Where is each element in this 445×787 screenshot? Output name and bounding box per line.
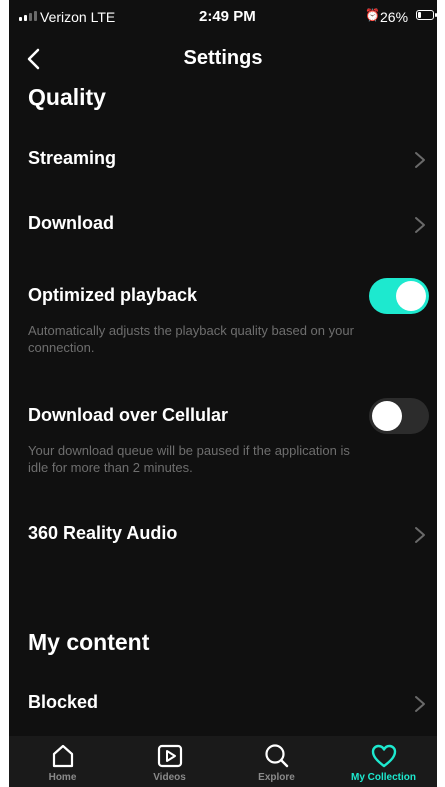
settings-row-download-cellular: Download over Cellular Your download que… [9, 396, 437, 486]
row-label: Download [28, 213, 114, 233]
chevron-right-icon [415, 152, 425, 168]
page-title: Settings [183, 47, 263, 69]
toggle-knob [396, 281, 426, 311]
tab-label: My Collection [350, 772, 416, 783]
chevron-right-icon [415, 217, 425, 233]
row-label: Blocked [28, 692, 99, 712]
settings-screen: Verizon LTE 2:49 PM ⏰ 26% Settings Quali… [9, 0, 437, 787]
tab-label: Videos [153, 772, 186, 783]
tab-home[interactable]: Home [9, 736, 116, 787]
tab-explore[interactable]: Explore [223, 736, 330, 787]
row-label: Streaming [28, 148, 117, 168]
battery-icon [416, 10, 437, 20]
tab-videos[interactable]: Videos [116, 736, 223, 787]
heart-icon [371, 744, 396, 768]
row-label: 360 Reality Audio [28, 523, 178, 543]
tab-bar: Home Videos Explore My Collection [9, 736, 437, 787]
battery-percent: 26% [380, 9, 409, 25]
home-icon [52, 744, 73, 768]
chevron-right-icon [415, 527, 425, 543]
status-bar: Verizon LTE 2:49 PM ⏰ 26% [9, 0, 437, 38]
settings-row-blocked[interactable]: Blocked [9, 683, 437, 723]
settings-row-streaming[interactable]: Streaming [9, 140, 437, 180]
settings-row-optimized-playback: Optimized playback Automatically adjusts… [9, 276, 437, 366]
section-title-quality: Quality [28, 84, 106, 110]
toggle-knob [372, 401, 402, 431]
video-play-icon [157, 744, 182, 768]
carrier-label: Verizon LTE [40, 9, 116, 25]
row-description: Automatically adjusts the playback quali… [28, 323, 354, 355]
chevron-right-icon [415, 696, 425, 712]
download-cellular-toggle[interactable] [369, 398, 429, 434]
alarm-icon: ⏰ [365, 8, 380, 22]
tab-label: Home [48, 772, 77, 783]
signal-strength-icon [19, 11, 37, 21]
row-description: Your download queue will be paused if th… [28, 443, 350, 475]
tab-label: Explore [258, 772, 295, 783]
row-label: Optimized playback [28, 285, 198, 305]
tab-my-collection[interactable]: My Collection [330, 736, 437, 787]
settings-row-download[interactable]: Download [9, 205, 437, 245]
settings-row-360-reality-audio[interactable]: 360 Reality Audio [9, 515, 437, 555]
status-time: 2:49 PM [199, 8, 256, 25]
optimized-playback-toggle[interactable] [369, 278, 429, 314]
section-title-my-content: My content [28, 629, 150, 655]
search-icon [264, 744, 288, 768]
row-label: Download over Cellular [28, 405, 229, 425]
